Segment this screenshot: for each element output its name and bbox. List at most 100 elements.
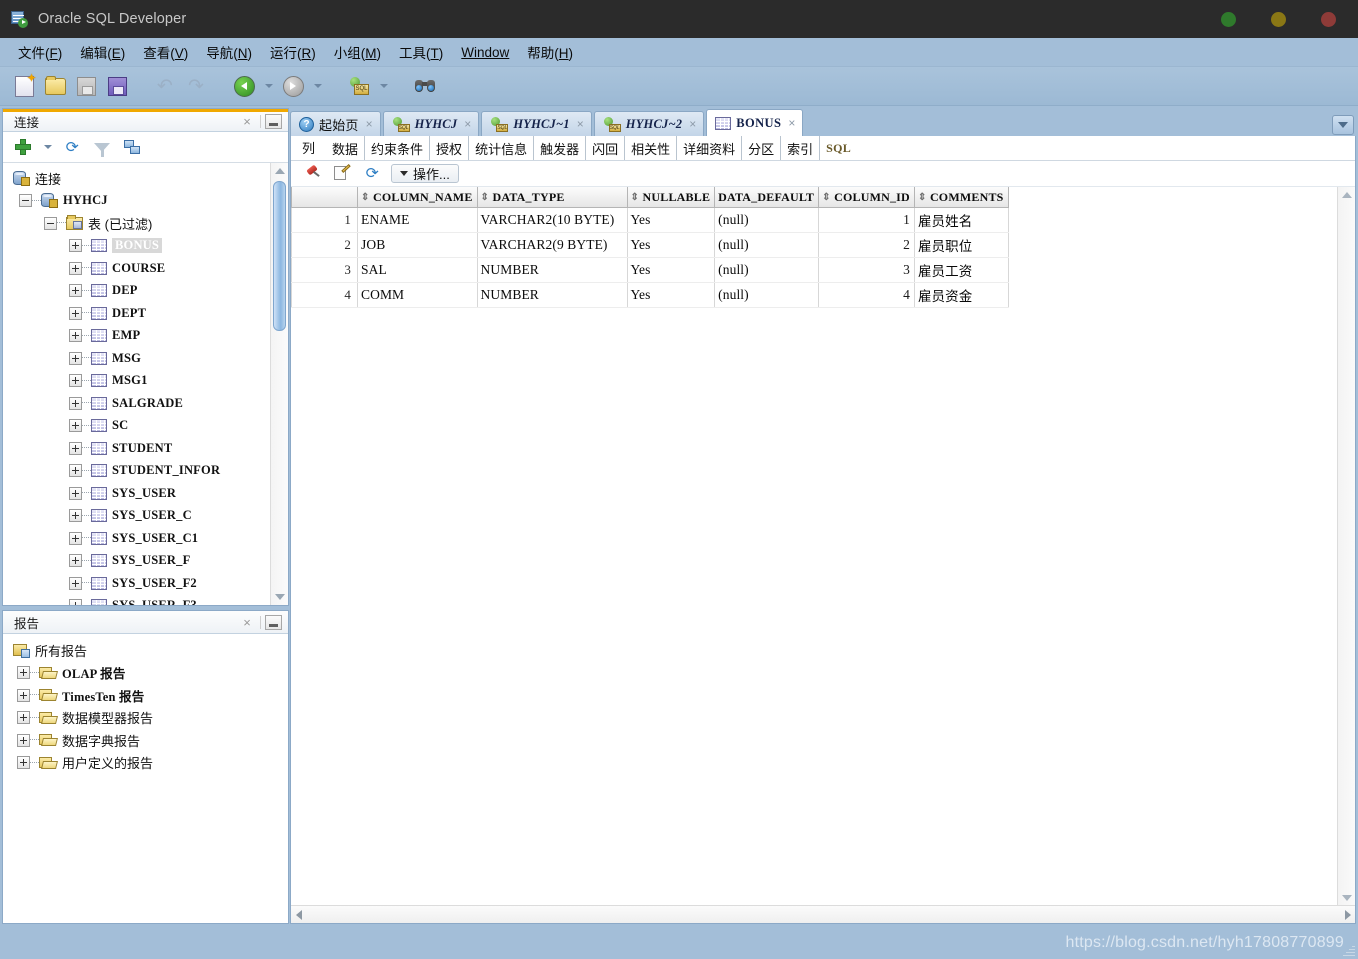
collapse-icon[interactable] bbox=[19, 194, 32, 208]
navigate-back-icon[interactable] bbox=[232, 74, 256, 98]
expand-icon[interactable] bbox=[69, 419, 82, 433]
cell-comments[interactable]: 雇员资金 bbox=[914, 282, 1009, 308]
tree-node-table-bonus[interactable]: BONUS bbox=[3, 235, 288, 258]
tab-close-icon[interactable]: × bbox=[788, 116, 795, 130]
expand-icon[interactable] bbox=[69, 554, 82, 568]
subtab-details[interactable]: 详细资料 bbox=[677, 136, 743, 160]
cell-data-type[interactable]: NUMBER bbox=[477, 282, 628, 308]
cell-data-default[interactable]: (null) bbox=[714, 232, 820, 258]
subtab-indexes[interactable]: 索引 bbox=[781, 136, 821, 160]
tree-node-table-sys-user-c[interactable]: SYS_USER_C bbox=[3, 505, 288, 528]
subtab-grants[interactable]: 授权 bbox=[430, 136, 470, 160]
cell-comments[interactable]: 雇员姓名 bbox=[914, 207, 1009, 233]
tree-node-table-student[interactable]: STUDENT bbox=[3, 437, 288, 460]
tree-node-table-sc[interactable]: SC bbox=[3, 415, 288, 438]
column-header-column-name[interactable]: ⇕ COLUMN_NAME bbox=[357, 187, 478, 208]
maximize-button[interactable] bbox=[1271, 11, 1286, 27]
scrollbar-thumb[interactable] bbox=[273, 181, 286, 331]
new-connection-plus-icon[interactable] bbox=[12, 136, 34, 158]
collapse-icon[interactable] bbox=[44, 216, 57, 230]
subtab-triggers[interactable]: 触发器 bbox=[534, 136, 587, 160]
tree-node-data-dictionary-reports[interactable]: 数据字典报告 bbox=[3, 729, 288, 752]
tree-node-olap-reports[interactable]: OLAP 报告 bbox=[3, 662, 288, 685]
tree-node-user-defined-reports[interactable]: 用户定义的报告 bbox=[3, 752, 288, 775]
tree-node-table-sys-user-c1[interactable]: SYS_USER_C1 bbox=[3, 527, 288, 550]
subtab-columns[interactable]: 列 bbox=[292, 136, 326, 160]
tree-node-table-student-infor[interactable]: STUDENT_INFOR bbox=[3, 460, 288, 483]
new-connection-icon[interactable]: SQL bbox=[347, 74, 371, 98]
grid-horizontal-scrollbar[interactable] bbox=[291, 905, 1355, 923]
subtab-partitions[interactable]: 分区 bbox=[742, 136, 782, 160]
tab-overflow-chevron-down-icon[interactable] bbox=[1332, 115, 1354, 135]
expand-icon[interactable] bbox=[69, 599, 82, 605]
navigate-back-dropdown-icon[interactable] bbox=[263, 74, 274, 98]
cell-comments[interactable]: 雇员工资 bbox=[914, 257, 1009, 283]
expand-icon[interactable] bbox=[69, 464, 82, 478]
subtab-flashback[interactable]: 闪回 bbox=[586, 136, 626, 160]
menu-tools[interactable]: 工具(T) bbox=[390, 40, 452, 64]
tree-node-table-sys-user-f3[interactable]: SYS_USER_F3 bbox=[3, 595, 288, 605]
navigate-forward-icon[interactable] bbox=[281, 74, 305, 98]
subtab-data[interactable]: 数据 bbox=[326, 136, 366, 160]
tree-node-table-sys-user-f2[interactable]: SYS_USER_F2 bbox=[3, 572, 288, 595]
minimize-icon[interactable] bbox=[265, 114, 282, 129]
tree-node-connections-root[interactable]: 连接 bbox=[3, 167, 288, 190]
cell-data-default[interactable]: (null) bbox=[714, 207, 820, 233]
cell-comments[interactable]: 雇员职位 bbox=[914, 232, 1009, 258]
minimize-icon[interactable] bbox=[265, 614, 282, 630]
tree-node-timesten-reports[interactable]: TimesTen 报告 bbox=[3, 684, 288, 707]
column-header-data-type[interactable]: ⇕ DATA_TYPE bbox=[477, 187, 628, 208]
menu-run[interactable]: 运行(R) bbox=[261, 40, 325, 64]
column-header-comments[interactable]: ⇕ COMMENTS bbox=[914, 187, 1009, 208]
cell-column-name[interactable]: ENAME bbox=[357, 207, 478, 233]
tree-node-all-reports[interactable]: 所有报告 bbox=[3, 639, 288, 662]
tree-node-table-salgrade[interactable]: SALGRADE bbox=[3, 392, 288, 415]
new-file-icon[interactable] bbox=[12, 72, 37, 98]
expand-icon[interactable] bbox=[69, 284, 82, 298]
table-row[interactable]: 1 ENAME VARCHAR2(10 BYTE) Yes (null) 1 雇… bbox=[291, 207, 1009, 233]
cell-data-type[interactable]: NUMBER bbox=[477, 257, 628, 283]
scroll-down-icon[interactable] bbox=[271, 589, 288, 605]
scroll-left-icon[interactable] bbox=[291, 907, 306, 922]
tab-hyhcj-2[interactable]: SQL HYHCJ~2 × bbox=[593, 111, 705, 136]
pin-icon[interactable] bbox=[301, 163, 323, 185]
menu-edit[interactable]: 编辑(E) bbox=[71, 40, 134, 64]
column-header-nullable[interactable]: ⇕ NULLABLE bbox=[627, 187, 716, 208]
subtab-dependencies[interactable]: 相关性 bbox=[625, 136, 678, 160]
expand-icon[interactable] bbox=[69, 396, 82, 410]
cascade-windows-icon[interactable] bbox=[121, 136, 143, 158]
table-row[interactable]: 4 COMM NUMBER Yes (null) 4 雇员资金 bbox=[291, 282, 1009, 308]
menu-file[interactable]: 文件(F) bbox=[9, 40, 71, 64]
menu-navigate[interactable]: 导航(N) bbox=[197, 40, 261, 64]
subtab-constraints[interactable]: 约束条件 bbox=[365, 136, 431, 160]
cell-data-type[interactable]: VARCHAR2(10 BYTE) bbox=[477, 207, 628, 233]
edit-icon[interactable] bbox=[331, 163, 353, 185]
close-icon[interactable]: × bbox=[238, 114, 256, 129]
minimize-button[interactable] bbox=[1221, 11, 1236, 27]
cell-column-id[interactable]: 1 bbox=[818, 207, 915, 233]
save-all-icon[interactable] bbox=[105, 74, 129, 98]
tree-node-table-course[interactable]: COURSE bbox=[3, 257, 288, 280]
cell-data-default[interactable]: (null) bbox=[714, 257, 820, 283]
tree-node-tables-folder[interactable]: 表 (已过滤) bbox=[3, 212, 288, 235]
connections-tree-scrollbar[interactable] bbox=[270, 163, 288, 605]
resize-grip[interactable] bbox=[1342, 944, 1356, 958]
expand-icon[interactable] bbox=[69, 374, 82, 388]
column-header-column-id[interactable]: ⇕ COLUMN_ID bbox=[818, 187, 915, 208]
scroll-right-icon[interactable] bbox=[1340, 907, 1355, 922]
tree-node-table-sys-user-f[interactable]: SYS_USER_F bbox=[3, 550, 288, 573]
cell-column-id[interactable]: 3 bbox=[818, 257, 915, 283]
open-file-icon[interactable] bbox=[43, 74, 67, 98]
scroll-down-icon[interactable] bbox=[1338, 890, 1355, 905]
tree-node-table-emp[interactable]: EMP bbox=[3, 325, 288, 348]
expand-icon[interactable] bbox=[17, 756, 30, 770]
expand-icon[interactable] bbox=[17, 711, 30, 725]
expand-icon[interactable] bbox=[69, 329, 82, 343]
cell-data-default[interactable]: (null) bbox=[714, 282, 820, 308]
cell-column-name[interactable]: COMM bbox=[357, 282, 478, 308]
tree-node-table-msg1[interactable]: MSG1 bbox=[3, 370, 288, 393]
table-row[interactable]: 3 SAL NUMBER Yes (null) 3 雇员工资 bbox=[291, 257, 1009, 283]
cell-column-name[interactable]: SAL bbox=[357, 257, 478, 283]
tab-hyhcj[interactable]: SQL HYHCJ × bbox=[382, 111, 480, 136]
expand-icon[interactable] bbox=[69, 306, 82, 320]
